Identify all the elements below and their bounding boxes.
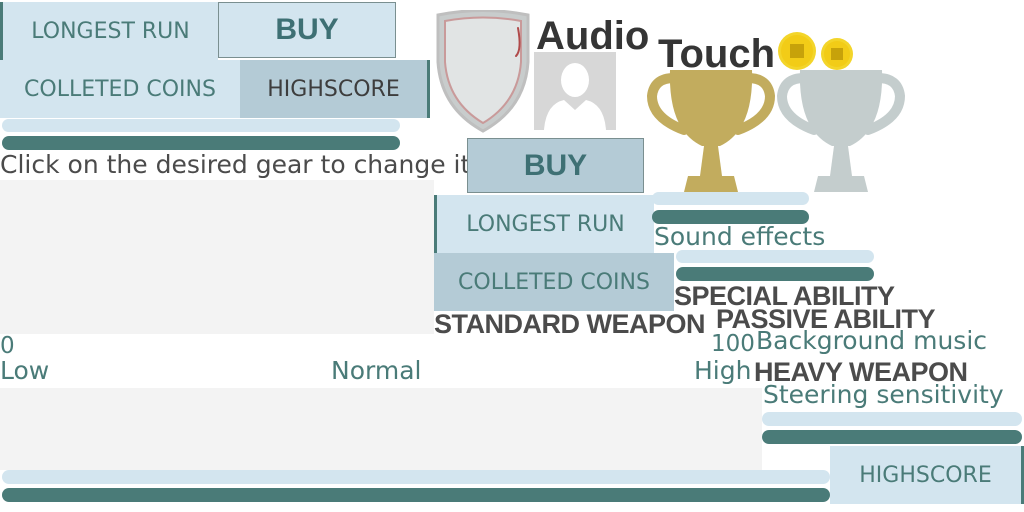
collected-coins-button-center[interactable]: COLLETED COINS [434,253,674,311]
highscore-button-bottom[interactable]: HIGHSCORE [830,446,1024,504]
bar-fill [2,136,400,150]
gear-panel [0,180,434,334]
bottom-fill[interactable] [2,488,830,502]
slider-high-label: High [694,356,752,385]
settings-panel [0,388,762,470]
slider-max-label: 100 [711,331,755,357]
gold-trophy-icon [646,70,776,192]
slider-normal-label: Normal [331,356,422,385]
collected-coins-button[interactable]: COLLETED COINS [0,60,240,118]
slider-low-label: Low [0,356,50,385]
silver-trophy-icon [776,70,906,192]
bar-track [2,119,400,132]
longest-run-button-center[interactable]: LONGEST RUN [434,195,654,253]
instruction-text: Click on the desired gear to change it [0,150,471,179]
avatar-icon [534,52,616,130]
longest-run-button[interactable]: LONGEST RUN [0,2,218,60]
highscore-button[interactable]: HIGHSCORE [240,60,430,118]
steering-track [762,412,1022,426]
shield-icon [436,10,530,133]
background-music-label: Background music [756,326,988,355]
coin-icon [821,38,853,70]
coin-icon [778,32,816,70]
sound-effects-label: Sound effects [654,222,826,251]
standard-weapon-label[interactable]: STANDARD WEAPON [434,309,706,340]
steering-fill[interactable] [762,430,1022,444]
ability-fill[interactable] [676,267,874,281]
game-title-audio: Audio [536,14,650,58]
bottom-track [2,470,830,484]
buy-button[interactable]: BUY [218,2,396,58]
buy-button-center[interactable]: BUY [467,138,644,193]
sound-effects-track [652,192,809,205]
steering-sensitivity-label: Steering sensitivity [763,380,1004,409]
ability-track [676,250,874,263]
